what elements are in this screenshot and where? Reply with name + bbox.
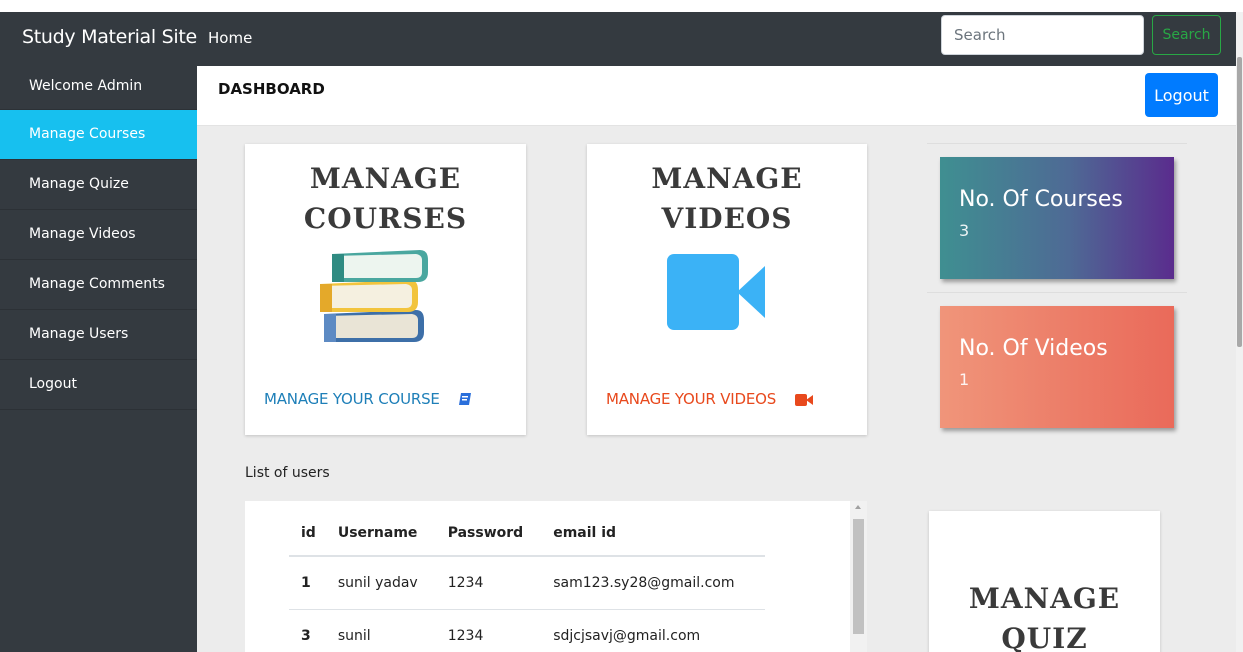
courses-count-value: 3 — [959, 221, 970, 240]
nav-home-link[interactable]: Home — [208, 29, 252, 47]
videos-count-title: No. Of Videos — [959, 336, 1108, 361]
users-list-label: List of users — [245, 465, 330, 481]
table-row: 1 sunil yadav 1234 sam123.sy28@gmail.com — [289, 556, 765, 610]
videos-card-heading-line2: VIDEOS — [661, 202, 793, 235]
users-table-scrollbar[interactable] — [850, 501, 867, 652]
cell-password: 1234 — [447, 556, 554, 610]
scroll-up-arrow-icon[interactable] — [855, 505, 861, 509]
manage-your-course-label: MANAGE YOUR COURSE — [264, 390, 440, 408]
manage-quiz-card[interactable]: MANAGE QUIZ — [929, 511, 1160, 652]
cell-username: sunil yadav — [337, 556, 448, 610]
column-header-password: Password — [447, 511, 554, 557]
manage-your-course-link[interactable]: MANAGE YOUR COURSE — [264, 390, 472, 408]
users-table-scroll-thumb[interactable] — [853, 519, 864, 634]
cell-email: sam123.sy28@gmail.com — [553, 556, 765, 610]
sidebar-item-welcome-admin: Welcome Admin — [0, 66, 197, 110]
stat-divider — [927, 143, 1187, 144]
page-scroll-thumb[interactable] — [1237, 57, 1242, 347]
books-icon — [320, 250, 428, 342]
courses-count-title: No. Of Courses — [959, 187, 1123, 212]
cell-username: sunil — [337, 609, 448, 652]
videos-count-card[interactable]: No. Of Videos 1 — [940, 306, 1174, 428]
videos-card-heading-line1: MANAGE — [651, 162, 803, 195]
cell-email: sdjcjsavj@gmail.com — [553, 609, 765, 652]
search-button[interactable]: Search — [1152, 15, 1221, 55]
sidebar-item-manage-videos[interactable]: Manage Videos — [0, 210, 197, 260]
column-header-username: Username — [337, 511, 448, 557]
manage-your-videos-label: MANAGE YOUR VIDEOS — [606, 390, 777, 408]
brand-title[interactable]: Study Material Site — [22, 26, 197, 48]
cell-id: 1 — [289, 556, 338, 610]
table-header-row: id Username Password email id — [289, 511, 765, 557]
app-window: Study Material Site Home Search Welcome … — [0, 12, 1243, 652]
manage-your-videos-link[interactable]: MANAGE YOUR VIDEOS — [606, 390, 813, 408]
column-header-id: id — [289, 511, 338, 557]
stat-divider — [927, 292, 1187, 293]
courses-card-heading-line1: MANAGE — [309, 162, 462, 195]
sidebar-item-logout[interactable]: Logout — [0, 360, 197, 410]
video-icon — [794, 394, 813, 406]
search-input[interactable] — [941, 15, 1144, 55]
top-navbar: Study Material Site Home Search — [0, 12, 1236, 66]
videos-count-value: 1 — [959, 370, 970, 389]
table-row: 3 sunil 1234 sdjcjsavj@gmail.com — [289, 609, 765, 652]
users-table-panel: id Username Password email id 1 sunil ya… — [245, 501, 867, 652]
column-header-email: email id — [553, 511, 765, 557]
courses-count-card[interactable]: No. Of Courses 3 — [940, 157, 1174, 279]
sidebar-item-manage-comments[interactable]: Manage Comments — [0, 260, 197, 310]
book-icon — [459, 393, 472, 405]
video-camera-icon — [667, 254, 765, 330]
cell-id: 3 — [289, 609, 338, 652]
sidebar-item-manage-quize[interactable]: Manage Quize — [0, 160, 197, 210]
logout-button[interactable]: Logout — [1145, 73, 1218, 117]
courses-card-heading-line2: COURSES — [303, 202, 468, 235]
manage-courses-card: MANAGE COURSES MANAGE YOUR COURSE — [245, 144, 526, 435]
quiz-card-heading-line1: MANAGE — [968, 582, 1121, 615]
sidebar: Welcome Admin Manage Courses Manage Quiz… — [0, 66, 197, 652]
manage-videos-card: MANAGE VIDEOS MANAGE YOUR VIDEOS — [587, 144, 867, 435]
cell-password: 1234 — [447, 609, 554, 652]
page-scrollbar[interactable] — [1236, 12, 1243, 652]
users-table: id Username Password email id 1 sunil ya… — [289, 511, 765, 652]
quiz-card-heading-line2: QUIZ — [1001, 622, 1088, 652]
dashboard-header: DASHBOARD Logout — [197, 66, 1236, 126]
sidebar-item-manage-courses[interactable]: Manage Courses — [0, 110, 197, 160]
page-title: DASHBOARD — [218, 80, 325, 98]
sidebar-item-manage-users[interactable]: Manage Users — [0, 310, 197, 360]
